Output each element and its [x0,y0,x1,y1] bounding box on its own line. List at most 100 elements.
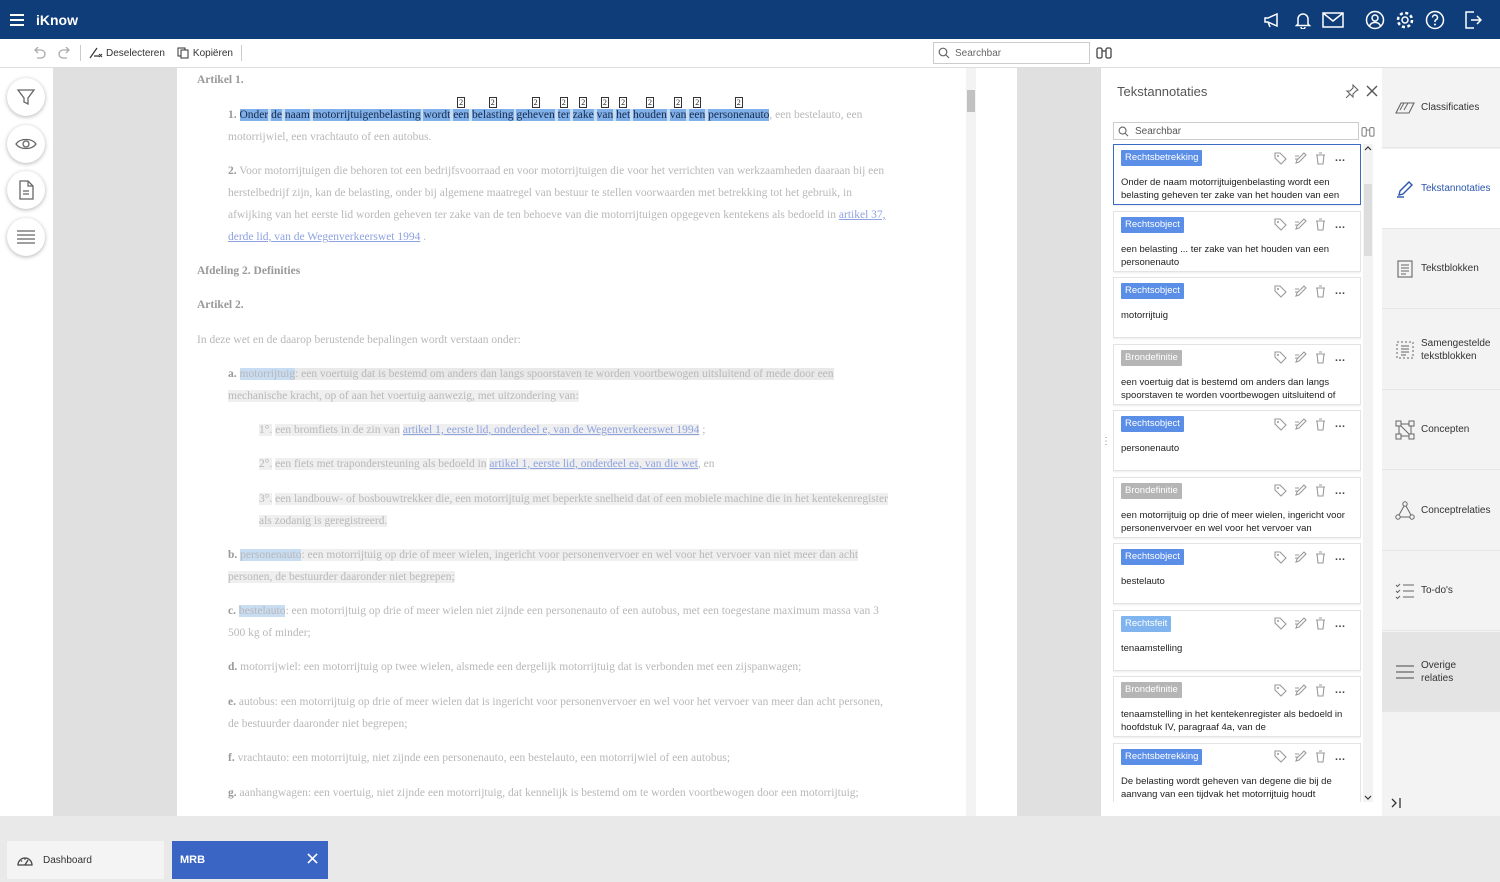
edit-icon[interactable] [1290,283,1310,299]
tag-icon[interactable] [1270,682,1290,698]
list-button[interactable] [7,218,45,256]
hamburger-menu-icon[interactable] [0,0,34,39]
document-button[interactable] [7,171,45,209]
nav-tekstblokken[interactable]: Tekstblokken [1382,229,1500,309]
trash-icon[interactable] [1310,416,1330,432]
annotation-card[interactable]: Brondefinitie … een voertuig dat is bestem… [1113,343,1361,405]
annotation-count-badge[interactable]: 2 [674,97,683,108]
more-icon[interactable]: … [1330,682,1350,698]
scrollbar-thumb[interactable] [967,90,975,112]
law-link[interactable]: artikel 37, [839,209,886,221]
panel-search-input[interactable]: Searchbar [1113,122,1359,140]
annotated-word[interactable]: geheven [516,109,555,121]
more-icon[interactable]: … [1330,483,1350,499]
annotation-card[interactable]: Rechtsobject … personenauto [1113,410,1361,471]
close-tab-icon[interactable] [307,853,318,867]
trash-icon[interactable] [1310,682,1330,698]
annotation-count-badge[interactable]: 2 [559,97,568,108]
edit-icon[interactable] [1290,483,1310,499]
scrollbar-thumb[interactable] [1364,184,1372,256]
annotated-word[interactable]: Onder [239,109,269,121]
redo-icon[interactable] [52,39,78,68]
term-motorrijtuig[interactable]: motorrijtuig [239,368,296,380]
more-icon[interactable]: … [1330,150,1350,166]
paragraph-1-line-1[interactable]: 1. Onder de naam motorrijtuigenbelasting… [228,97,862,126]
def-b-text[interactable]: : een motorrijtuig op drie of meer wiele… [301,549,859,561]
trash-icon[interactable] [1310,350,1330,366]
edit-icon[interactable] [1290,350,1310,366]
tag-icon[interactable] [1270,283,1290,299]
nav-classificaties[interactable]: Classificaties [1382,68,1500,148]
annotated-word[interactable]: de [271,109,282,121]
annotation-count-badge[interactable]: 2 [734,97,743,108]
mail-icon[interactable] [1318,5,1348,35]
annotation-card[interactable]: Rechtsbetrekking … Onder de naam motorrijt… [1113,144,1361,205]
copy-button[interactable]: Kopiëren [171,39,239,68]
more-icon[interactable]: … [1330,616,1350,632]
panel-scrollbar[interactable] [1363,144,1373,802]
annotated-word[interactable]: personenauto [708,109,770,121]
tag-icon[interactable] [1270,483,1290,499]
trash-icon[interactable] [1310,616,1330,632]
annotation-card[interactable]: Rechtsobject … een belasting ... ter zake … [1113,210,1361,272]
view-button[interactable] [7,125,45,163]
trash-icon[interactable] [1310,749,1330,765]
edit-icon[interactable] [1290,616,1310,632]
annotation-card[interactable]: Brondefinitie … een motorrijtuig op drie o… [1113,476,1361,538]
annotated-word[interactable]: het [616,109,631,121]
edit-icon[interactable] [1290,416,1310,432]
logout-icon[interactable] [1458,5,1488,35]
binoculars-icon[interactable] [1096,45,1112,62]
annotation-count-badge[interactable]: 2 [457,97,466,108]
annotated-word[interactable]: houden [633,109,667,121]
law-link[interactable]: artikel 1, eerste lid, onderdeel ea, van… [489,458,698,470]
more-icon[interactable]: … [1330,416,1350,432]
annotation-count-badge[interactable]: 2 [600,97,609,108]
annotation-count-badge[interactable]: 2 [531,97,540,108]
trash-icon[interactable] [1310,217,1330,233]
user-icon[interactable] [1360,5,1390,35]
annotation-card[interactable]: Brondefinitie … tenaamstelling in het kent… [1113,676,1361,737]
trash-icon[interactable] [1310,483,1330,499]
trash-icon[interactable] [1310,150,1330,166]
term-bestelauto[interactable]: bestelauto [238,605,286,617]
annotated-word[interactable]: wordt [423,109,451,121]
tag-icon[interactable] [1270,217,1290,233]
annotation-card[interactable]: Rechtsbetrekking … De belasting wordt gehe… [1113,742,1361,802]
highlighted-annotation[interactable]: Onder de naam motorrijtuigenbelasting wo… [239,97,770,121]
def-a-text[interactable]: : een voertuig dat is bestemd om anders … [295,368,834,380]
more-icon[interactable]: … [1330,217,1350,233]
more-icon[interactable]: … [1330,549,1350,565]
nav-tekstannotaties[interactable]: Tekstannotaties [1382,149,1500,229]
gear-icon[interactable] [1390,5,1420,35]
filter-button[interactable] [7,78,45,116]
binoculars-icon[interactable] [1361,124,1375,142]
nav-conceptrelaties[interactable]: Conceptrelaties [1382,471,1500,551]
document-page[interactable]: Artikel 1. 1. Onder de naam motorrijtuig… [177,68,1017,816]
bell-icon[interactable] [1288,5,1318,35]
nav-todos[interactable]: To-do's [1382,551,1500,631]
top-search-input[interactable]: Searchbar [933,42,1090,64]
annotation-card[interactable]: Rechtsfeit … tenaamstelling [1113,609,1361,671]
more-icon[interactable]: … [1330,350,1350,366]
pin-icon[interactable] [1345,83,1359,103]
edit-icon[interactable] [1290,749,1310,765]
megaphone-icon[interactable] [1258,5,1288,35]
deselect-button[interactable]: Deselecteren [83,39,171,68]
def-a-text-2[interactable]: mechanische kracht, op of aan het voertu… [228,390,579,402]
panel-resize-handle[interactable]: ⋮ [1101,436,1111,447]
annotated-word[interactable]: van [669,109,687,121]
annotation-count-badge[interactable]: 2 [693,97,702,108]
annotation-card[interactable]: Rechtsobject … motorrijtuig [1113,277,1361,338]
trash-icon[interactable] [1310,549,1330,565]
annotation-count-badge[interactable]: 2 [579,97,588,108]
term-personenauto[interactable]: personenauto [240,549,302,561]
edit-icon[interactable] [1290,150,1310,166]
annotation-count-badge[interactable]: 2 [645,97,654,108]
annotated-word[interactable]: van [596,109,614,121]
annotated-word[interactable]: motorrijtuigenbelasting [312,109,421,121]
def-b-text-2[interactable]: personen, de bestuurder daaronder niet b… [228,571,455,583]
annotated-word[interactable]: een [689,109,706,121]
annotated-word[interactable]: zake [572,109,594,121]
tag-icon[interactable] [1270,350,1290,366]
